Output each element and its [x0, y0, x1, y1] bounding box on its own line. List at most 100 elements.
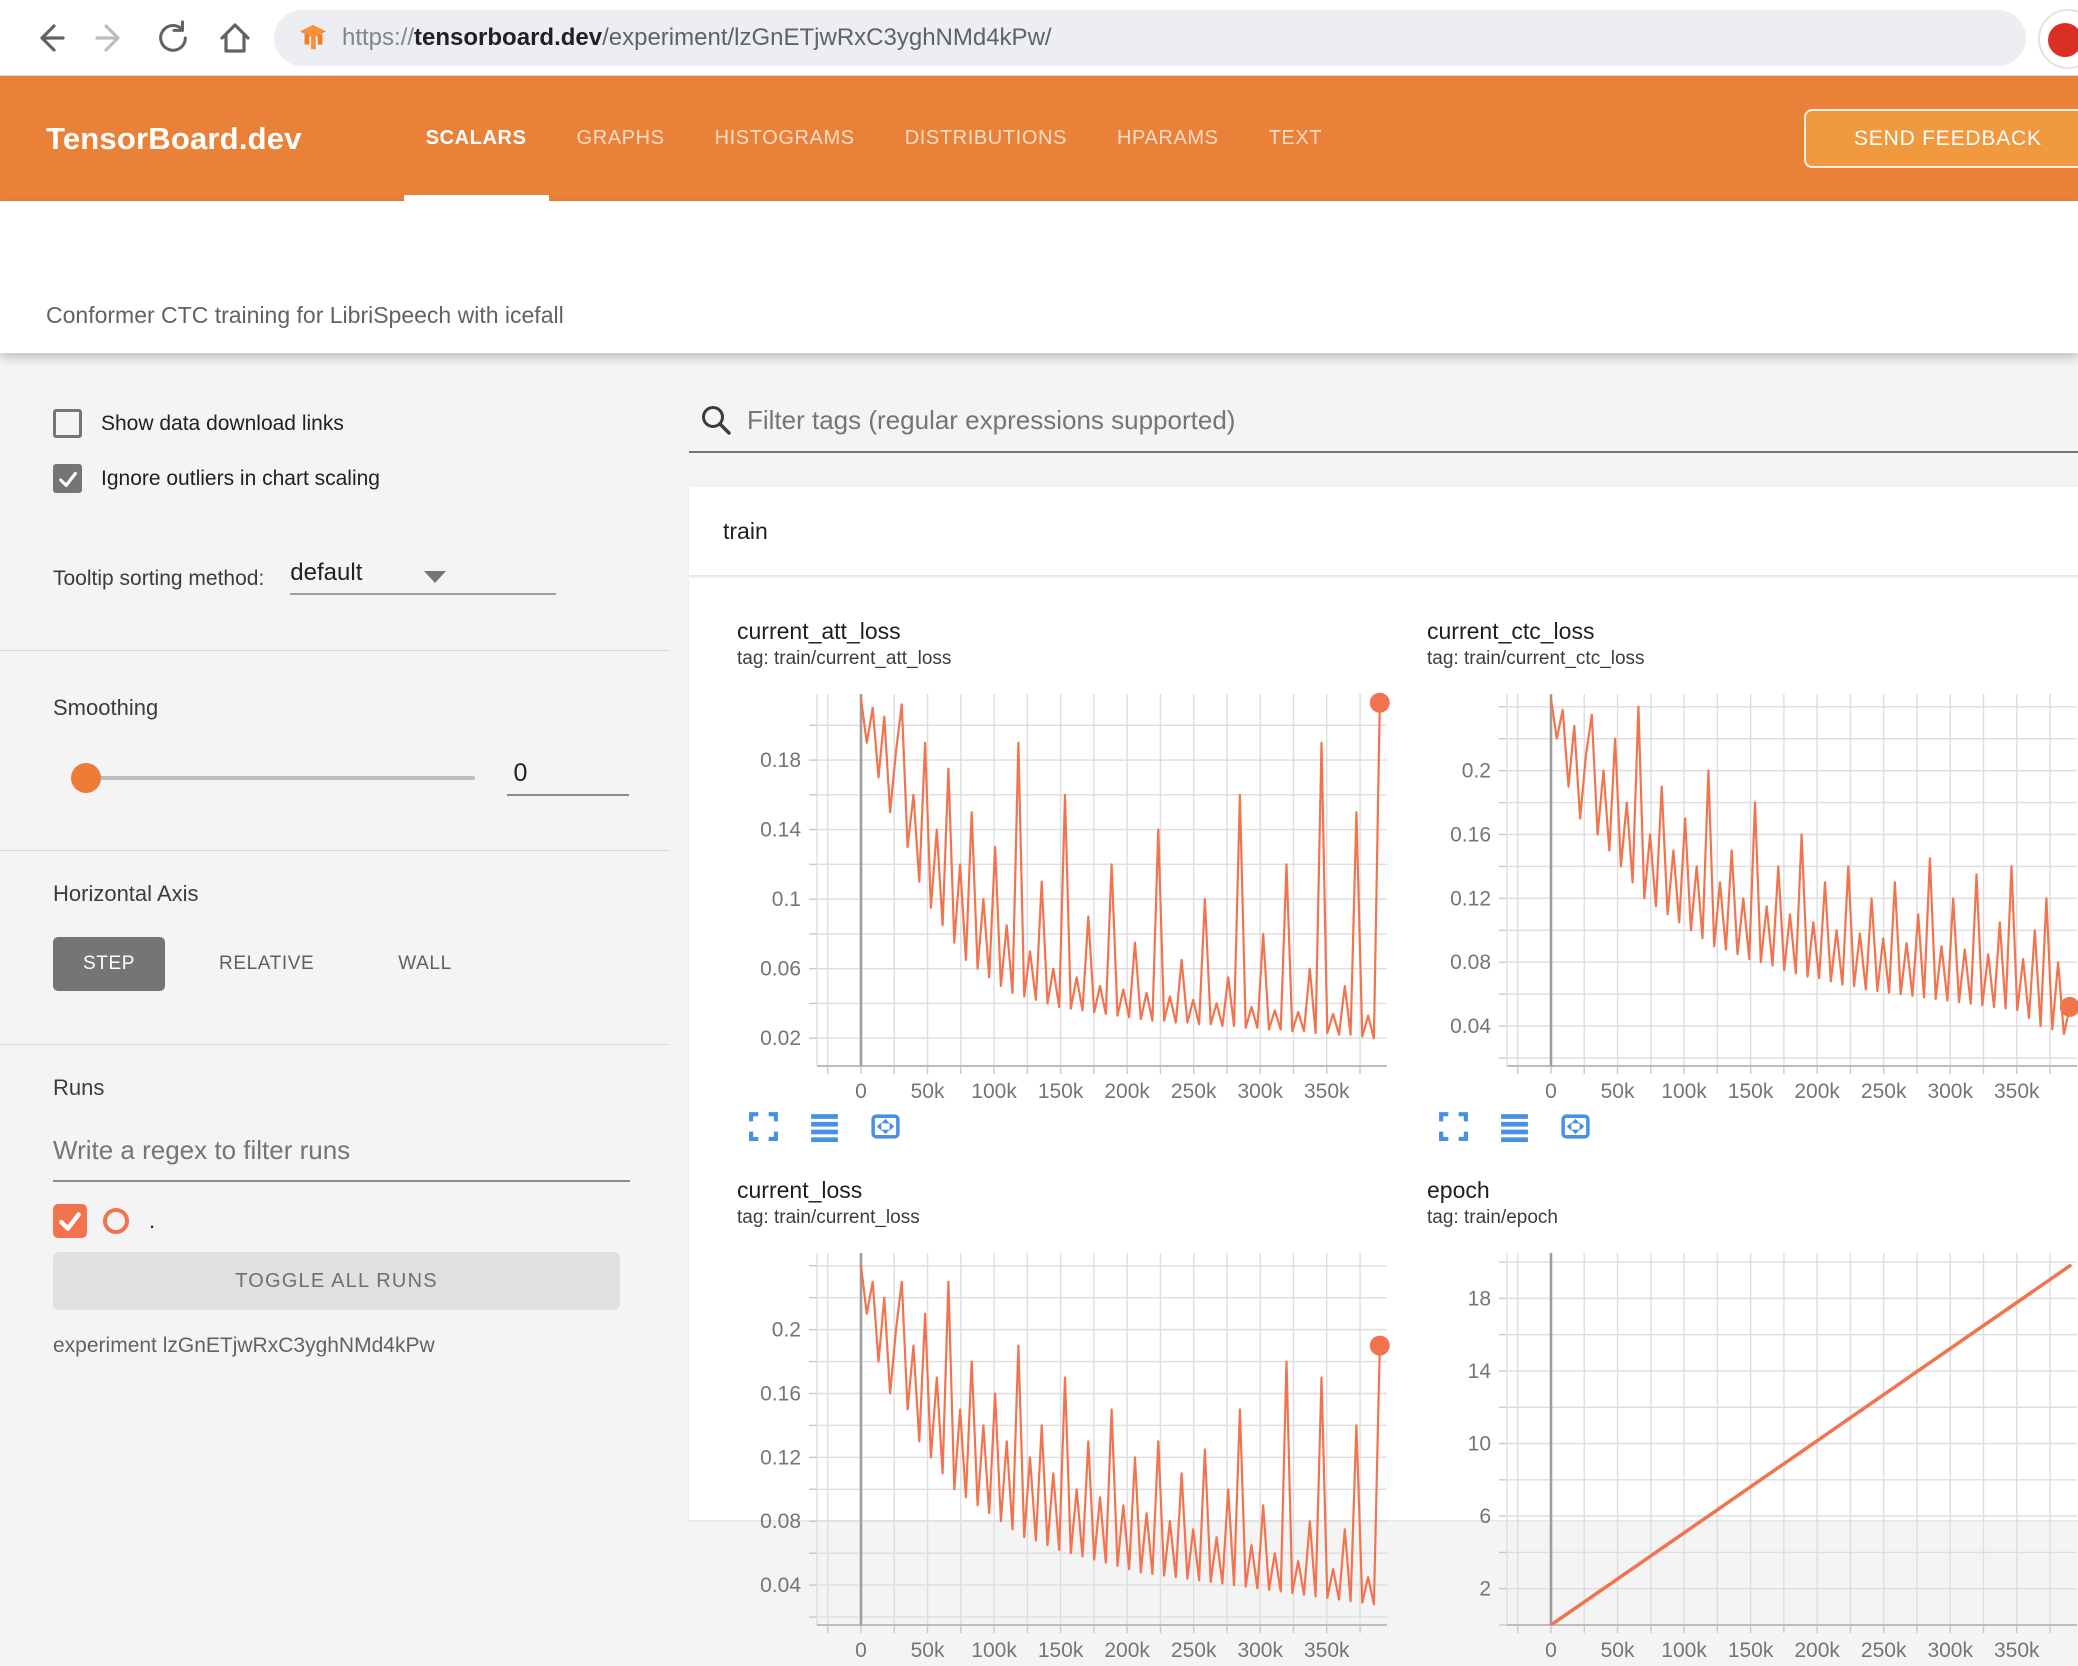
back-icon	[40, 23, 65, 52]
svg-text:150k: 150k	[1728, 1080, 1774, 1102]
tag-group-title: train	[723, 517, 768, 544]
svg-text:200k: 200k	[1794, 1639, 1840, 1661]
axis-option-relative[interactable]: RELATIVE	[189, 937, 344, 991]
forward-button[interactable]	[80, 10, 142, 66]
run-color-swatch[interactable]	[103, 1208, 129, 1234]
svg-text:200k: 200k	[1104, 1080, 1150, 1102]
tooltip-sorting-label: Tooltip sorting method:	[53, 567, 265, 590]
runs-list-icon[interactable]	[1498, 1110, 1531, 1143]
toggle-all-runs-button[interactable]: TOGGLE ALL RUNS	[53, 1252, 620, 1310]
chevron-down-icon	[424, 571, 447, 583]
scalar-line-chart[interactable]: 2 6 10 14 18 0 50k 100k 150k 200k 250k 300k 350k	[1427, 1251, 2078, 1661]
svg-text:0.08: 0.08	[1450, 951, 1491, 974]
tab-histograms[interactable]: HISTOGRAMS	[699, 76, 871, 201]
svg-text:14: 14	[1468, 1360, 1492, 1383]
fit-domain-icon[interactable]	[869, 1110, 902, 1143]
svg-text:0.16: 0.16	[760, 1382, 801, 1405]
svg-text:250k: 250k	[1861, 1639, 1907, 1661]
svg-text:0: 0	[1545, 1080, 1557, 1102]
tag-group-header[interactable]: train	[689, 487, 2078, 575]
svg-text:350k: 350k	[1304, 1639, 1350, 1661]
fit-domain-icon[interactable]	[1559, 1110, 1592, 1143]
tab-graphs[interactable]: GRAPHS	[561, 76, 681, 201]
chart-tag: tag: train/epoch	[1427, 1207, 1558, 1228]
ignore-outliers-checkbox[interactable]: Ignore outliers in chart scaling	[53, 464, 629, 493]
charts-grid: current_att_loss tag: train/current_att_…	[737, 618, 2078, 1666]
svg-text:200k: 200k	[1104, 1639, 1150, 1661]
svg-text:0: 0	[855, 1639, 867, 1661]
axis-option-wall[interactable]: WALL	[368, 937, 481, 991]
chart-tag: tag: train/current_att_loss	[737, 648, 952, 669]
tooltip-sorting-select[interactable]: default	[290, 559, 557, 595]
profile-avatar[interactable]	[2038, 9, 2078, 69]
home-icon	[220, 22, 250, 53]
svg-text:0.06: 0.06	[760, 958, 801, 981]
tooltip-sorting-row: Tooltip sorting method: default	[53, 559, 629, 595]
svg-text:0.18: 0.18	[760, 749, 801, 772]
svg-text:0.08: 0.08	[760, 1510, 801, 1533]
tab-scalars[interactable]: SCALARS	[403, 76, 549, 201]
run-name: .	[149, 1208, 156, 1233]
back-button[interactable]	[18, 10, 80, 66]
checkbox-label: Show data download links	[101, 411, 344, 435]
svg-text:300k: 300k	[1927, 1080, 1973, 1102]
svg-text:150k: 150k	[1038, 1639, 1084, 1661]
chart-tag: tag: train/current_loss	[737, 1207, 920, 1228]
browser-toolbar: https://tensorboard.dev/experiment/lzGnE…	[0, 0, 2078, 76]
send-feedback-button[interactable]: SEND FEEDBACK	[1804, 109, 2078, 168]
chart-current-att-loss: current_att_loss tag: train/current_att_…	[737, 618, 1427, 1143]
reload-button[interactable]	[142, 10, 204, 66]
address-bar[interactable]: https://tensorboard.dev/experiment/lzGnE…	[274, 9, 2026, 66]
run-checkbox[interactable]	[53, 1204, 87, 1238]
tab-hparams[interactable]: HPARAMS	[1101, 76, 1235, 201]
smoothing-slider[interactable]	[71, 762, 476, 793]
svg-text:100k: 100k	[971, 1639, 1017, 1661]
svg-text:350k: 350k	[1304, 1080, 1350, 1102]
svg-text:150k: 150k	[1038, 1080, 1084, 1102]
svg-text:300k: 300k	[1237, 1639, 1283, 1661]
show-download-links-checkbox[interactable]: Show data download links	[53, 409, 629, 438]
scalar-line-chart[interactable]: 0.02 0.06 0.1 0.14 0.18 0 50k 100k 150k 200k 250k 3…	[737, 692, 1397, 1102]
smoothing-value-field[interactable]: 0	[507, 759, 629, 796]
home-button[interactable]	[204, 10, 266, 66]
svg-text:300k: 300k	[1927, 1639, 1973, 1661]
svg-text:10: 10	[1468, 1433, 1491, 1456]
runs-filter-input[interactable]: Write a regex to filter runs	[53, 1135, 630, 1182]
slider-thumb[interactable]	[71, 762, 101, 793]
experiment-title: Conformer CTC training for LibriSpeech w…	[46, 302, 564, 328]
tab-distributions[interactable]: DISTRIBUTIONS	[889, 76, 1083, 201]
tooltip-sorting-value: default	[290, 559, 363, 586]
svg-text:0.2: 0.2	[1462, 760, 1491, 783]
svg-text:350k: 350k	[1994, 1080, 2040, 1102]
chart-title: current_loss	[737, 1177, 863, 1203]
fullscreen-icon[interactable]	[1437, 1110, 1470, 1143]
svg-text:0.12: 0.12	[1450, 887, 1491, 910]
nav-tabs: SCALARS GRAPHS HISTOGRAMS DISTRIBUTIONS HPAR…	[403, 76, 1356, 201]
svg-text:50k: 50k	[1601, 1080, 1635, 1102]
chart-epoch: epoch tag: train/epoch 2 6 10 14 18 0 50k 100k 1…	[1427, 1177, 2078, 1666]
svg-text:100k: 100k	[1661, 1080, 1707, 1102]
svg-text:0.12: 0.12	[760, 1446, 801, 1469]
axis-option-step[interactable]: STEP	[53, 937, 166, 991]
settings-sidebar: Show data download links Ignore outliers…	[0, 353, 669, 1666]
content-area: Show data download links Ignore outliers…	[0, 353, 2078, 1666]
svg-text:2: 2	[1479, 1578, 1491, 1601]
svg-text:250k: 250k	[1861, 1080, 1907, 1102]
fullscreen-icon[interactable]	[747, 1110, 780, 1143]
filter-tags-placeholder: Filter tags (regular expressions support…	[747, 404, 1236, 435]
horizontal-axis-options: STEP RELATIVE WALL	[53, 937, 629, 991]
tab-text[interactable]: TEXT	[1253, 76, 1339, 201]
experiment-subtitle-band: Conformer CTC training for LibriSpeech w…	[0, 201, 2078, 353]
smoothing-section: Smoothing 0	[0, 651, 669, 851]
filter-tags-input[interactable]: Filter tags (regular expressions support…	[689, 403, 2078, 453]
horizontal-axis-section: Horizontal Axis STEP RELATIVE WALL	[0, 851, 669, 1045]
svg-text:0.04: 0.04	[760, 1574, 801, 1597]
chart-toolbar	[1437, 1110, 2078, 1143]
svg-text:0: 0	[855, 1080, 867, 1102]
chart-tag: tag: train/current_ctc_loss	[1427, 648, 1645, 669]
search-icon	[702, 406, 731, 435]
runs-list-icon[interactable]	[808, 1110, 841, 1143]
svg-text:0.14: 0.14	[760, 819, 801, 842]
scalar-line-chart[interactable]: 0.04 0.08 0.12 0.16 0.2 0 50k 100k 150k 200k 250k 3…	[737, 1251, 1397, 1661]
scalar-line-chart[interactable]: 0.04 0.08 0.12 0.16 0.2 0 50k 100k 150k 200k 250k 3…	[1427, 692, 2078, 1102]
